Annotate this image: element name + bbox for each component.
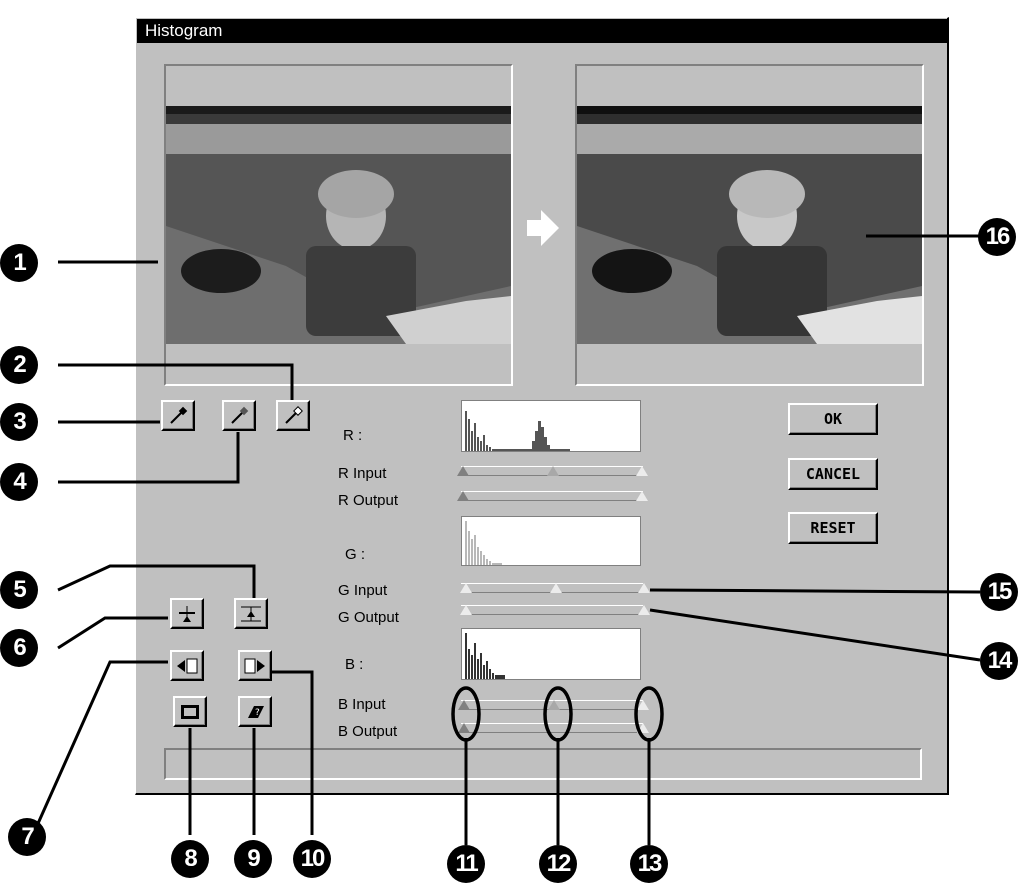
callout-12: 12	[539, 845, 577, 883]
callout-13: 13	[630, 845, 668, 883]
callout-7: 7	[8, 818, 46, 856]
callout-6: 6	[0, 629, 38, 667]
callout-10: 10	[293, 840, 331, 878]
callout-8: 8	[171, 840, 209, 878]
callout-15: 15	[980, 573, 1018, 611]
callout-2: 2	[0, 346, 38, 384]
callout-14: 14	[980, 642, 1018, 680]
callout-9: 9	[234, 840, 272, 878]
callout-5: 5	[0, 571, 38, 609]
callout-16: 16	[978, 218, 1016, 256]
callout-11: 11	[447, 845, 485, 883]
callout-lines	[34, 234, 990, 845]
callout-3: 3	[0, 403, 38, 441]
callout-1: 1	[0, 244, 38, 282]
callout-4: 4	[0, 463, 38, 501]
